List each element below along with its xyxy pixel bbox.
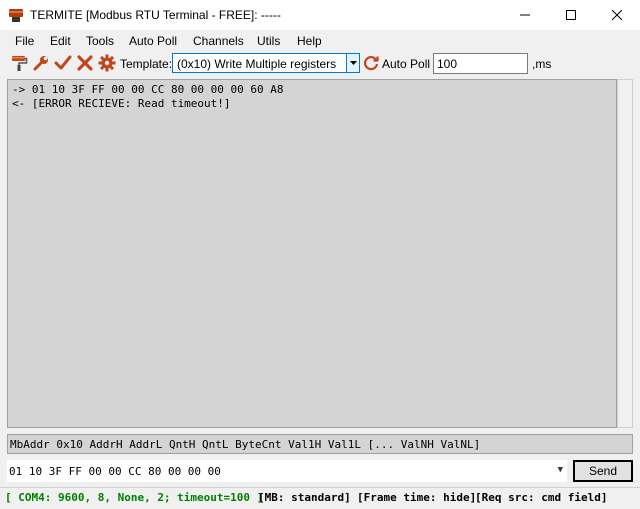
vertical-scrollbar[interactable] <box>617 79 633 428</box>
template-select[interactable]: (0x10) Write Multiple registers <box>172 53 360 73</box>
menu-edit[interactable]: Edit <box>50 34 71 48</box>
terminal-line: <- [ERROR RECIEVE: Read timeout!] <box>12 97 231 110</box>
chevron-down-icon[interactable] <box>346 54 359 72</box>
status-mb: [MB: standard] <box>258 491 351 504</box>
app-icon <box>8 7 24 23</box>
chevron-down-icon[interactable]: ▼ <box>558 465 563 475</box>
status-port: [ COM4: 9600, 8, None, 2; timeout=100 ] <box>5 491 264 504</box>
send-button[interactable]: Send <box>573 460 633 482</box>
auto-poll-label[interactable]: Auto Poll <box>382 57 430 71</box>
terminal-line: -> 01 10 3F FF 00 00 CC 80 00 00 00 60 A… <box>12 83 284 96</box>
menu-tools[interactable]: Tools <box>86 34 114 48</box>
paint-roller-icon[interactable] <box>10 54 28 72</box>
gear-icon[interactable] <box>98 54 116 72</box>
template-label: Template: <box>120 57 173 71</box>
minimize-button[interactable] <box>502 0 548 30</box>
ms-label: ,ms <box>532 57 552 71</box>
frame-format-hint: MbAddr 0x10 AddrH AddrL QntH QntL ByteCn… <box>7 434 633 454</box>
status-req-src: [Req src: cmd field] <box>475 491 608 504</box>
title-bar: TERMITE [Modbus RTU Terminal - FREE]: --… <box>0 0 640 30</box>
auto-poll-interval-value: 100 <box>437 57 458 71</box>
command-input-value: 01 10 3F FF 00 00 CC 80 00 00 00 <box>9 465 221 478</box>
status-bar: [ COM4: 9600, 8, None, 2; timeout=100 ] … <box>0 487 640 509</box>
auto-poll-interval-input[interactable]: 100 <box>433 53 528 74</box>
menu-auto-poll[interactable]: Auto Poll <box>129 34 177 48</box>
wrench-icon[interactable] <box>32 54 50 72</box>
menu-file[interactable]: File <box>15 34 34 48</box>
frame-format-text: MbAddr 0x10 AddrH AddrL QntH QntL ByteCn… <box>10 438 481 451</box>
refresh-icon[interactable] <box>362 54 380 72</box>
menu-channels[interactable]: Channels <box>193 34 244 48</box>
menu-help[interactable]: Help <box>297 34 322 48</box>
maximize-button[interactable] <box>548 0 594 30</box>
menu-utils[interactable]: Utils <box>257 34 280 48</box>
menu-bar: File Edit Tools Auto Poll Channels Utils… <box>0 30 640 52</box>
template-select-value: (0x10) Write Multiple registers <box>177 57 337 71</box>
checkmark-icon[interactable] <box>54 54 72 72</box>
window-title: TERMITE [Modbus RTU Terminal - FREE]: --… <box>30 8 281 22</box>
terminal-output[interactable]: -> 01 10 3F FF 00 00 CC 80 00 00 00 60 A… <box>7 79 617 428</box>
status-frame-time: [Frame time: hide] <box>357 491 477 504</box>
cross-icon[interactable] <box>76 54 94 72</box>
close-button[interactable] <box>594 0 640 30</box>
command-input[interactable]: 01 10 3F FF 00 00 CC 80 00 00 00 ▼ <box>7 460 567 482</box>
